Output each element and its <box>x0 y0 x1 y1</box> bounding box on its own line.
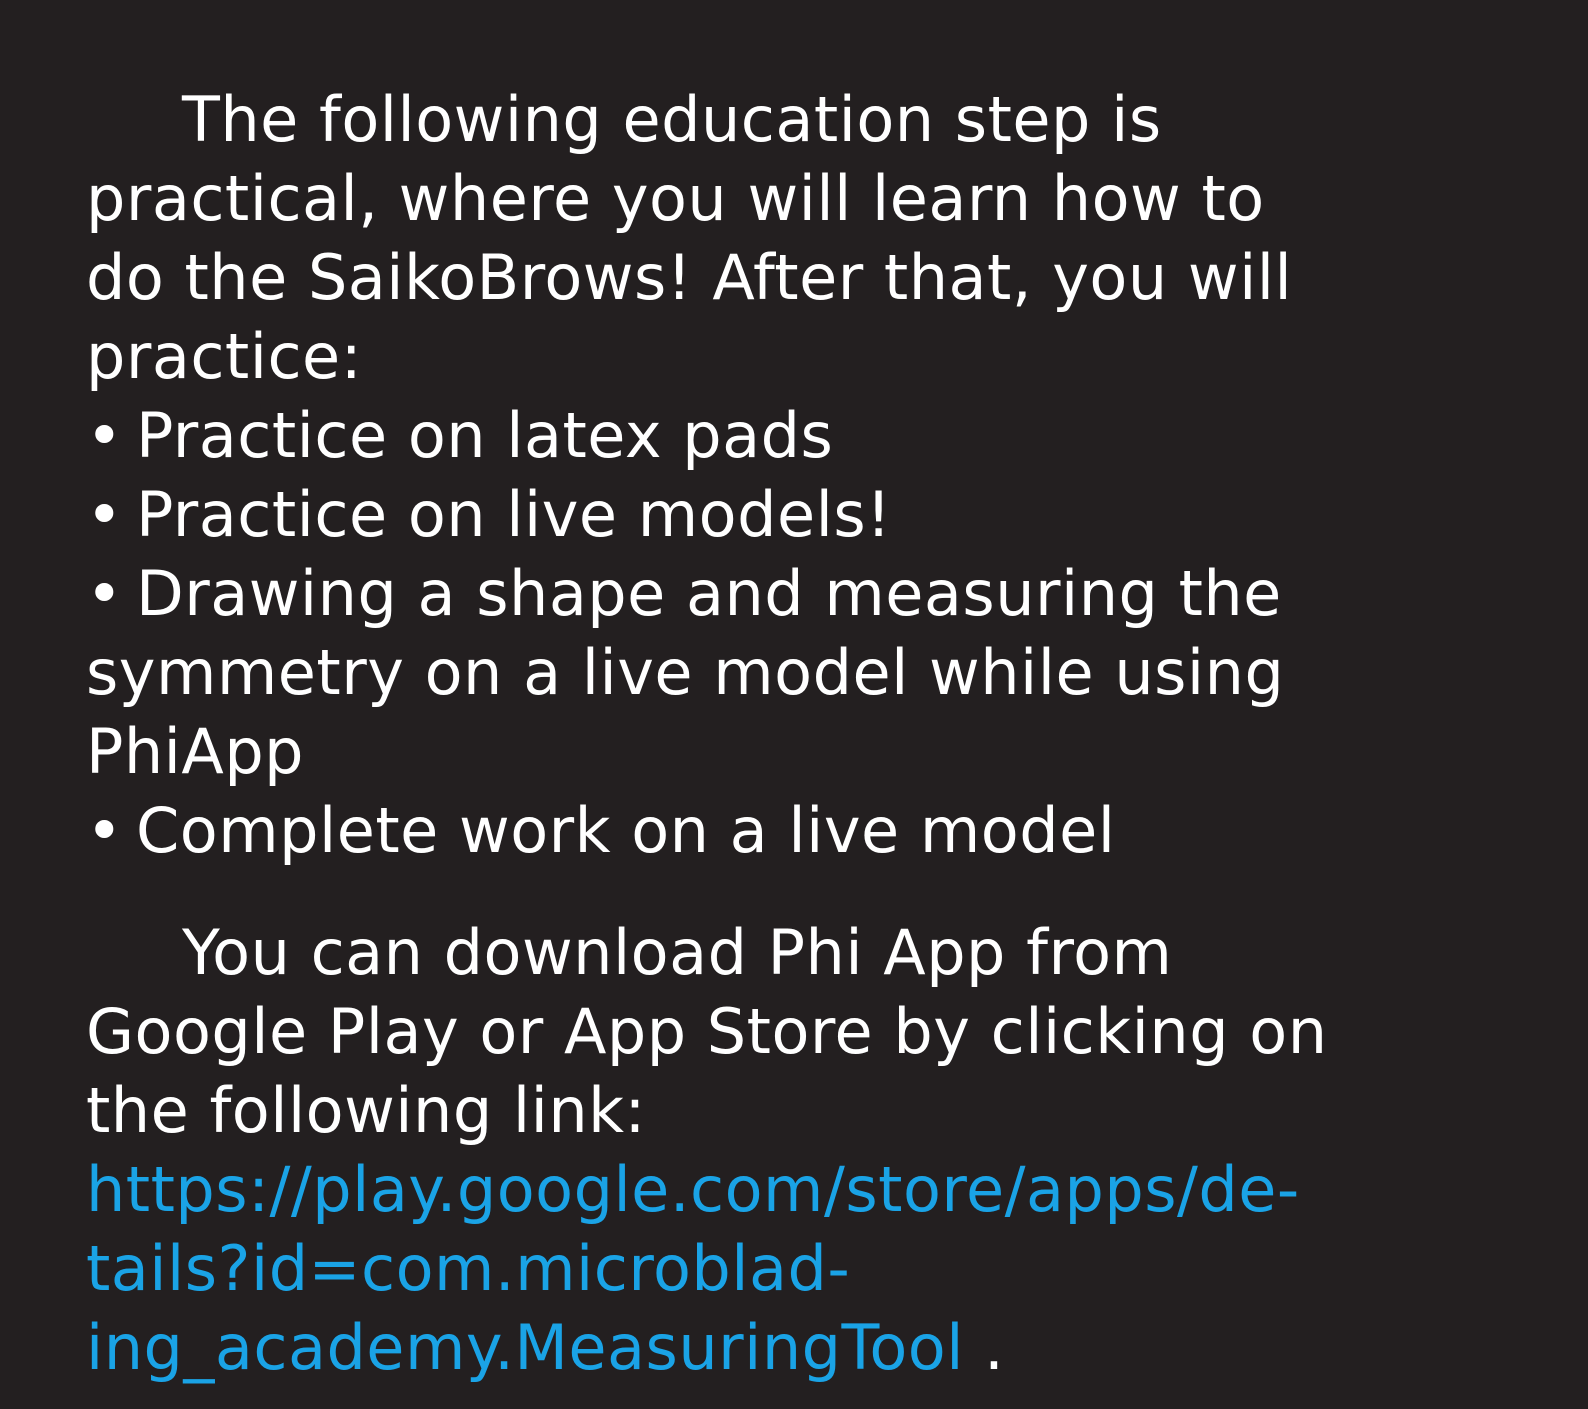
app-link-line-3-row: ing_academy.MeasuringTool . <box>86 1308 1004 1387</box>
bullet-item-3: • Drawing a shape and measuring the <box>86 554 1282 633</box>
document-page: The following education step is practica… <box>0 0 1588 1409</box>
bullet-item-text: Practice on live models! <box>136 478 892 551</box>
app-link-line-3[interactable]: ing_academy.MeasuringTool <box>86 1311 964 1384</box>
paragraph-1-line-3: do the SaikoBrows! After that, you will <box>86 241 1293 314</box>
bullet-item-2: • Practice on live models! <box>86 475 892 554</box>
paragraph-2-line-2: Google Play or App Store by clicking on <box>86 995 1328 1068</box>
bullet-item-text: Drawing a shape and measuring the <box>136 557 1282 630</box>
bullet-item-3-continuation-2: PhiApp <box>86 715 305 788</box>
paragraph-2-line-3: the following link: <box>86 1074 646 1147</box>
bullet-item-text: Practice on latex pads <box>136 399 834 472</box>
bullet-marker: • <box>86 399 124 472</box>
paragraph-2-line-1: You can download Phi App from <box>182 916 1173 989</box>
bullet-item-1: • Practice on latex pads <box>86 396 833 475</box>
bullet-marker: • <box>86 478 124 551</box>
paragraph-1-line-2: practical, where you will learn how to <box>86 162 1265 235</box>
bullet-marker: • <box>86 794 124 867</box>
bullet-item-4: • Complete work on a live model <box>86 791 1115 870</box>
app-link-line-2[interactable]: tails?id=com.microblad- <box>86 1229 850 1308</box>
bullet-item-3-continuation-1: symmetry on a live model while using <box>86 636 1285 709</box>
paragraph-1-line-1: The following education step is <box>182 83 1162 156</box>
paragraph-1-line-4: practice: <box>86 320 363 393</box>
bullet-marker: • <box>86 557 124 630</box>
link-trailing-period: . <box>963 1311 1005 1384</box>
bullet-item-text: Complete work on a live model <box>136 794 1116 867</box>
app-link-line-1[interactable]: https://play.google.com/store/apps/de- <box>86 1150 1300 1229</box>
